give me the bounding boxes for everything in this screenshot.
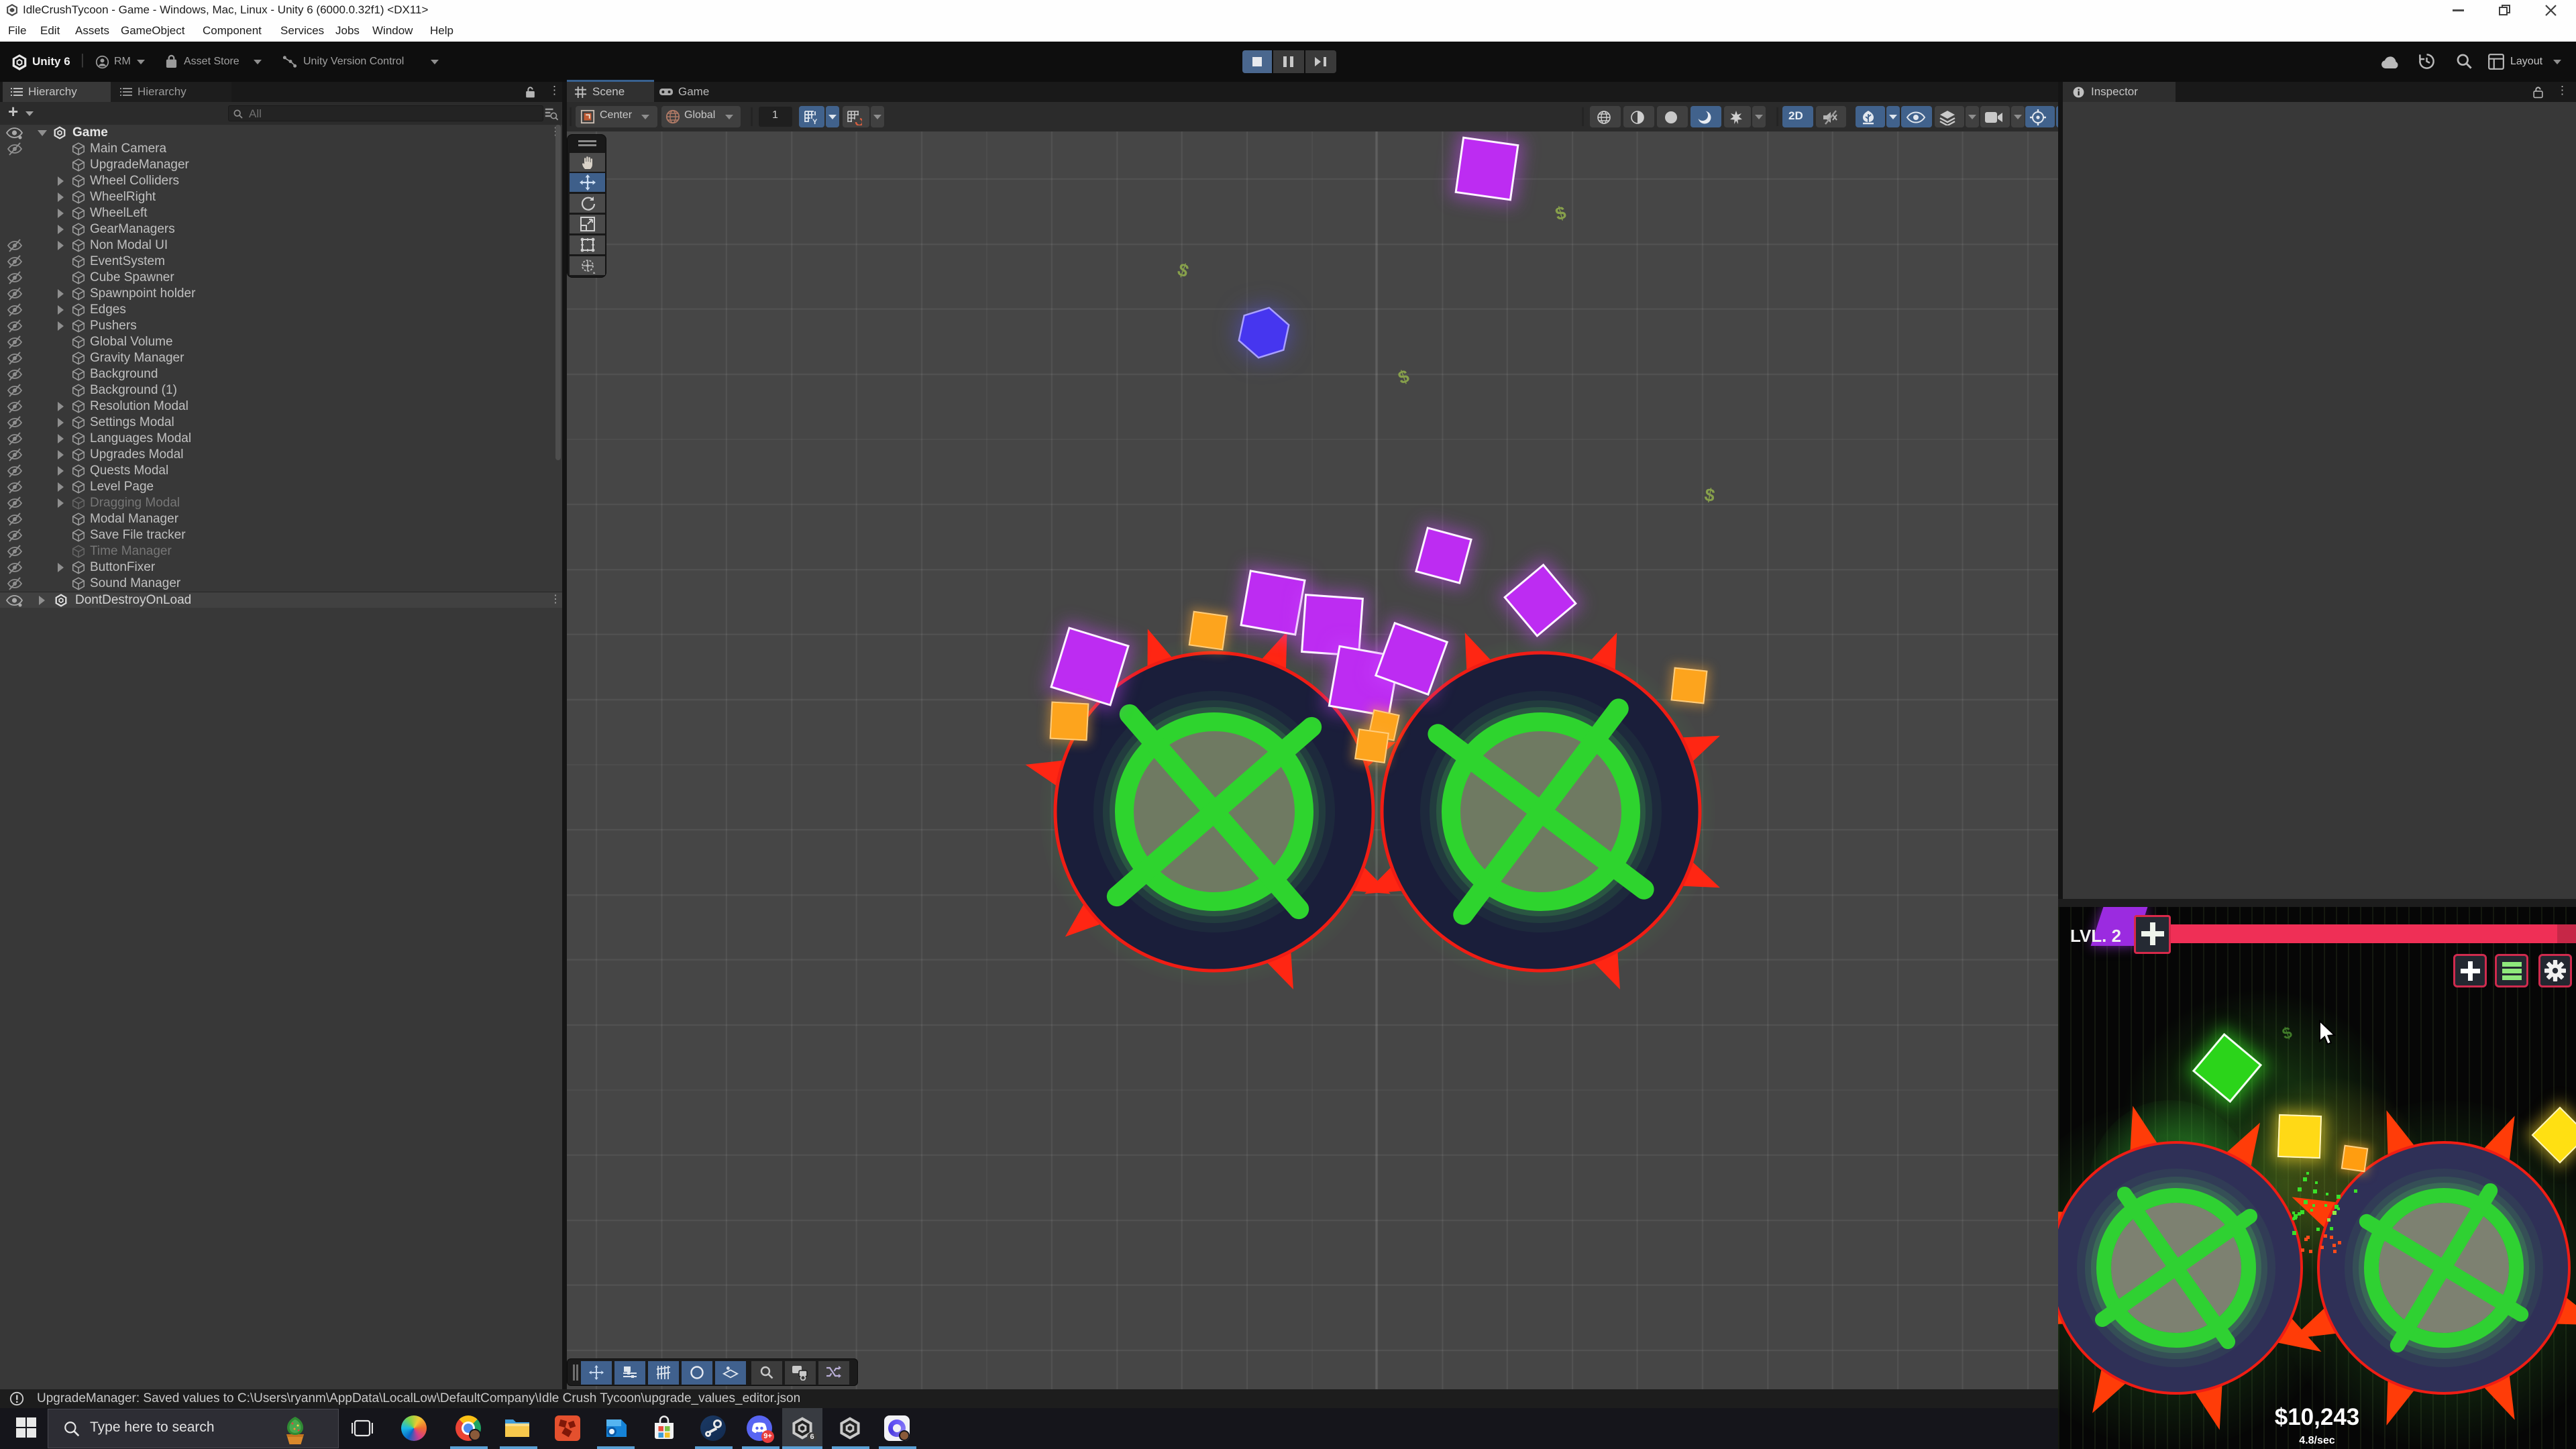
svg-text:Y: Y [812,118,818,125]
